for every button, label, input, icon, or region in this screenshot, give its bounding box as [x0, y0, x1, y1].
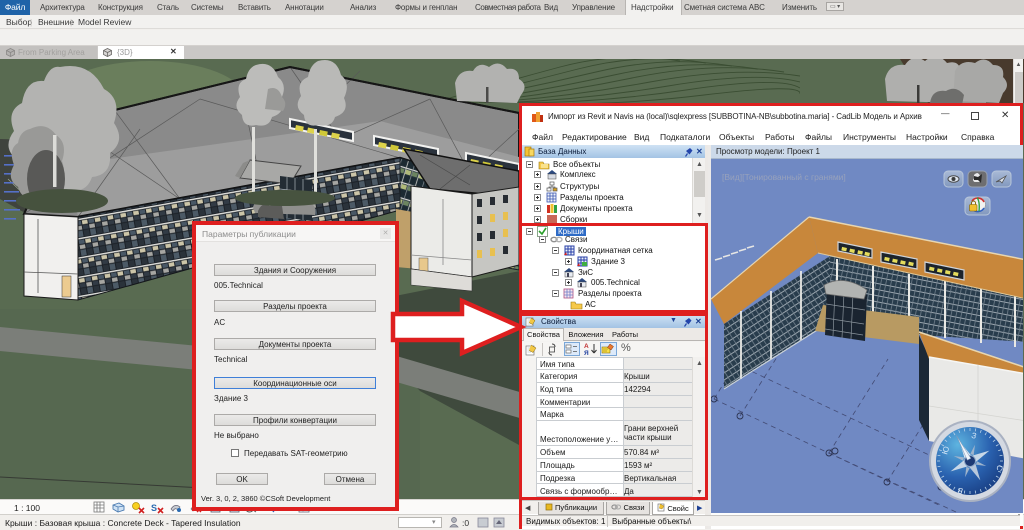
svg-text:S: S: [151, 503, 157, 513]
svg-text::0: :0: [462, 518, 469, 528]
svg-text:[Вид][Тонированный с гранями]: [Вид][Тонированный с гранями]: [722, 172, 846, 182]
